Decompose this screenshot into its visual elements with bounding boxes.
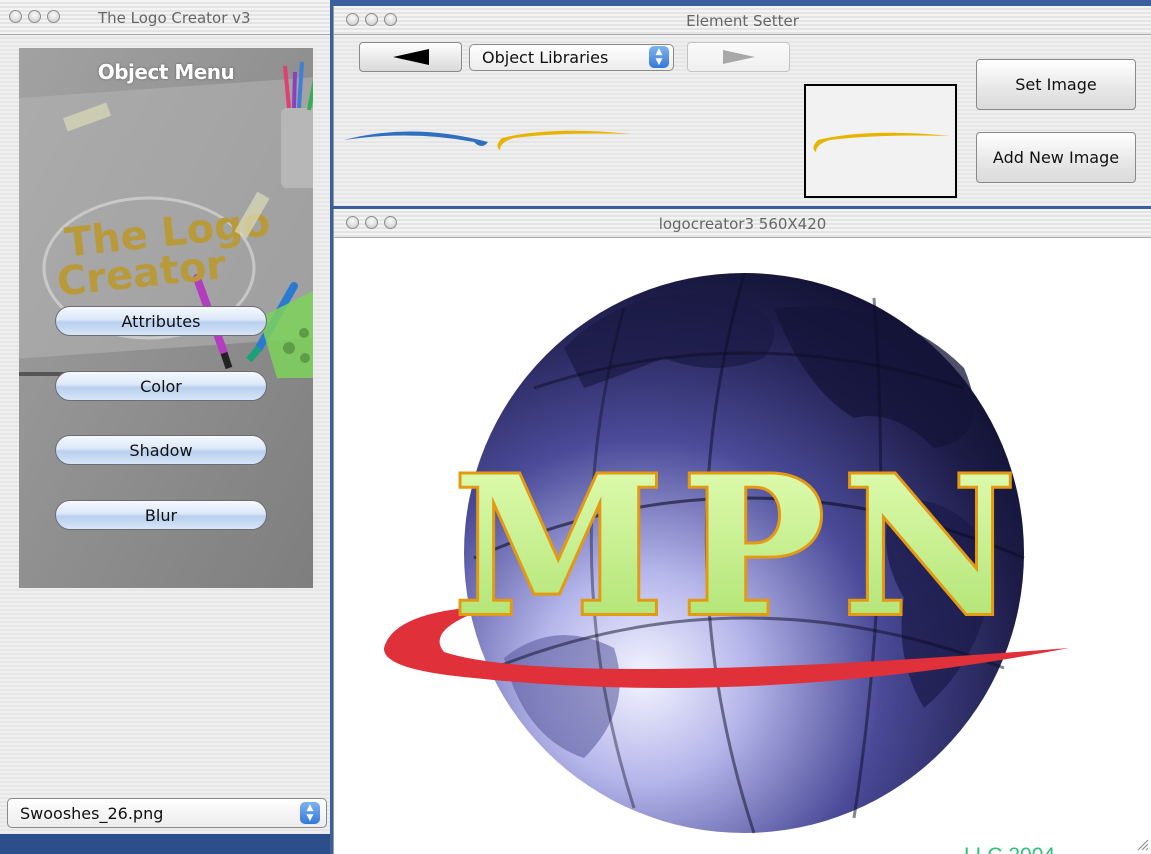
selected-image-preview <box>804 84 957 198</box>
zoom-icon[interactable] <box>47 10 60 23</box>
swoosh-preview-image <box>813 132 950 152</box>
previous-button[interactable] <box>359 42 462 72</box>
library-select[interactable]: Object Libraries ▲ ▼ <box>469 44 674 71</box>
close-icon[interactable] <box>9 10 22 23</box>
file-select-value: Swooshes_26.png <box>20 804 164 823</box>
object-menu-title: Object Menu <box>97 60 235 84</box>
minimize-icon[interactable] <box>28 10 41 23</box>
llc-footer-text: LLC 2004 <box>964 844 1055 854</box>
element-setter-window: Element Setter Object Libraries ▲ ▼ Set I… <box>333 6 1151 206</box>
mpn-logo-text: MPN <box>454 435 1035 658</box>
right-arrow-icon <box>722 50 755 64</box>
logo-creator-window: The Logo Creator v3 The Logo Creator Obj… <box>0 0 330 854</box>
add-new-image-button[interactable]: Add New Image <box>976 132 1136 183</box>
attributes-button[interactable]: Attributes <box>55 306 267 336</box>
canvas-window: logocreator3 560X420 MPN <box>333 209 1151 854</box>
window-title: The Logo Creator v3 <box>98 9 251 27</box>
shadow-button[interactable]: Shadow <box>55 435 267 465</box>
select-arrows-icon: ▲ ▼ <box>649 46 669 68</box>
canvas-titlebar[interactable]: logocreator3 560X420 <box>334 209 1151 238</box>
image-file-select[interactable]: Swooshes_26.png ▲ ▼ <box>7 798 327 828</box>
select-arrows-icon: ▲ ▼ <box>300 802 320 824</box>
library-select-value: Object Libraries <box>482 48 609 67</box>
desktop-strip <box>0 834 330 854</box>
next-button[interactable] <box>687 42 790 72</box>
blur-button[interactable]: Blur <box>55 500 267 530</box>
logo-canvas[interactable]: MPN LLC 2004 <box>334 238 1151 854</box>
swoosh-thumbnail-gold[interactable] <box>492 124 632 154</box>
left-arrow-icon <box>392 49 429 65</box>
color-button[interactable]: Color <box>55 371 267 401</box>
mpn-logo-artwork: MPN <box>383 273 1069 834</box>
element-setter-titlebar[interactable]: Element Setter <box>334 6 1151 35</box>
window-title: Element Setter <box>686 12 799 30</box>
swoosh-thumbnail-blue[interactable] <box>342 118 492 154</box>
logo-creator-titlebar[interactable]: The Logo Creator v3 <box>0 0 330 35</box>
set-image-button[interactable]: Set Image <box>976 59 1136 110</box>
resize-grip-icon[interactable] <box>1135 837 1149 851</box>
window-title: logocreator3 560X420 <box>658 215 827 233</box>
